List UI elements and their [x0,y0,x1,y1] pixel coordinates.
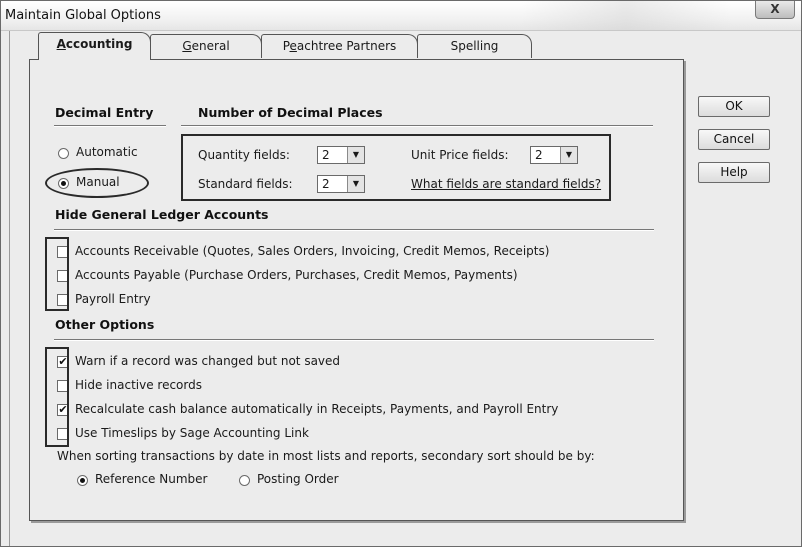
window-title: Maintain Global Options [5,8,161,23]
checkmark-icon: ✔ [58,403,68,416]
title-bar[interactable]: Maintain Global Options X [1,1,801,31]
quantity-fields-select[interactable]: 2 ▼ [317,146,365,164]
warn-unsaved-label: Warn if a record was changed but not sav… [75,354,341,368]
hide-payroll-checkbox[interactable] [57,294,69,306]
tab-peachtree-partners-prefix: P [282,39,290,53]
recalculate-cash-label: Recalculate cash balance automatically i… [75,402,559,416]
reference-number-label: Reference Number [95,472,208,486]
decimal-entry-header: Decimal Entry [55,105,154,120]
maintain-global-options-window: Maintain Global Options X Accounting Gen… [0,0,802,547]
posting-order-label: Posting Order [257,472,339,486]
sort-instruction-text: When sorting transactions by date in mos… [57,449,595,463]
automatic-label: Automatic [76,145,138,159]
other-options-rule [54,339,654,341]
posting-order-radio[interactable] [239,475,250,486]
checkmark-icon: ✔ [58,355,68,368]
timeslips-label: Use Timeslips by Sage Accounting Link [75,426,309,440]
tab-accounting[interactable]: Accounting [38,32,151,60]
manual-label: Manual [76,175,120,189]
standard-fields-select[interactable]: 2 ▼ [317,175,365,193]
reference-number-radio[interactable] [77,475,88,486]
quantity-fields-label: Quantity fields: [198,148,290,162]
unit-price-fields-value: 2 [535,148,543,162]
quantity-fields-value: 2 [322,148,330,162]
standard-fields-help-link[interactable]: What fields are standard fields? [411,177,601,191]
hide-ar-checkbox[interactable] [57,246,69,258]
close-button[interactable]: X [755,1,795,19]
decimal-places-rule [181,125,653,127]
hide-inactive-checkbox[interactable] [57,380,69,392]
hide-inactive-label: Hide inactive records [75,378,202,392]
manual-radio[interactable] [58,178,69,189]
hide-ap-label: Accounts Payable (Purchase Orders, Purch… [75,268,518,282]
tab-accounting-label: ccounting [65,37,133,51]
unit-price-fields-label: Unit Price fields: [411,148,509,162]
hide-ar-label: Accounts Receivable (Quotes, Sales Order… [75,244,550,258]
tab-peachtree-partners[interactable]: Peachtree Partners [261,34,418,58]
tab-general-mnemonic: G [182,39,192,53]
tab-general-label: eneral [191,39,230,53]
cancel-button[interactable]: Cancel [698,129,770,150]
ok-button[interactable]: OK [698,96,770,117]
decimal-places-header: Number of Decimal Places [198,105,383,120]
chevron-down-icon: ▼ [560,147,577,163]
title-bar-shading [521,1,731,31]
hide-payroll-label: Payroll Entry [75,292,151,306]
chevron-down-icon: ▼ [347,147,364,163]
tab-peachtree-partners-label: achtree Partners [296,39,397,53]
tab-general[interactable]: General [150,34,262,58]
warn-unsaved-checkbox[interactable]: ✔ [57,356,69,368]
chevron-down-icon: ▼ [347,176,364,192]
help-button[interactable]: Help [698,162,770,183]
close-icon: X [770,2,780,16]
hide-gl-header: Hide General Ledger Accounts [55,207,269,222]
standard-fields-value: 2 [322,177,330,191]
automatic-radio[interactable] [58,148,69,159]
tab-spelling[interactable]: Spelling [417,34,532,58]
hide-ap-checkbox[interactable] [57,270,69,282]
tab-spelling-label: Spelling [450,39,499,53]
decimal-entry-rule [54,125,166,127]
other-options-header: Other Options [55,317,155,332]
hide-gl-rule [54,229,654,231]
recalculate-cash-checkbox[interactable]: ✔ [57,404,69,416]
timeslips-checkbox[interactable] [57,428,69,440]
tab-peachtree-partners-mnemonic: e [289,39,297,53]
standard-fields-label: Standard fields: [198,177,293,191]
unit-price-fields-select[interactable]: 2 ▼ [530,146,578,164]
tab-accounting-mnemonic: A [56,37,66,51]
